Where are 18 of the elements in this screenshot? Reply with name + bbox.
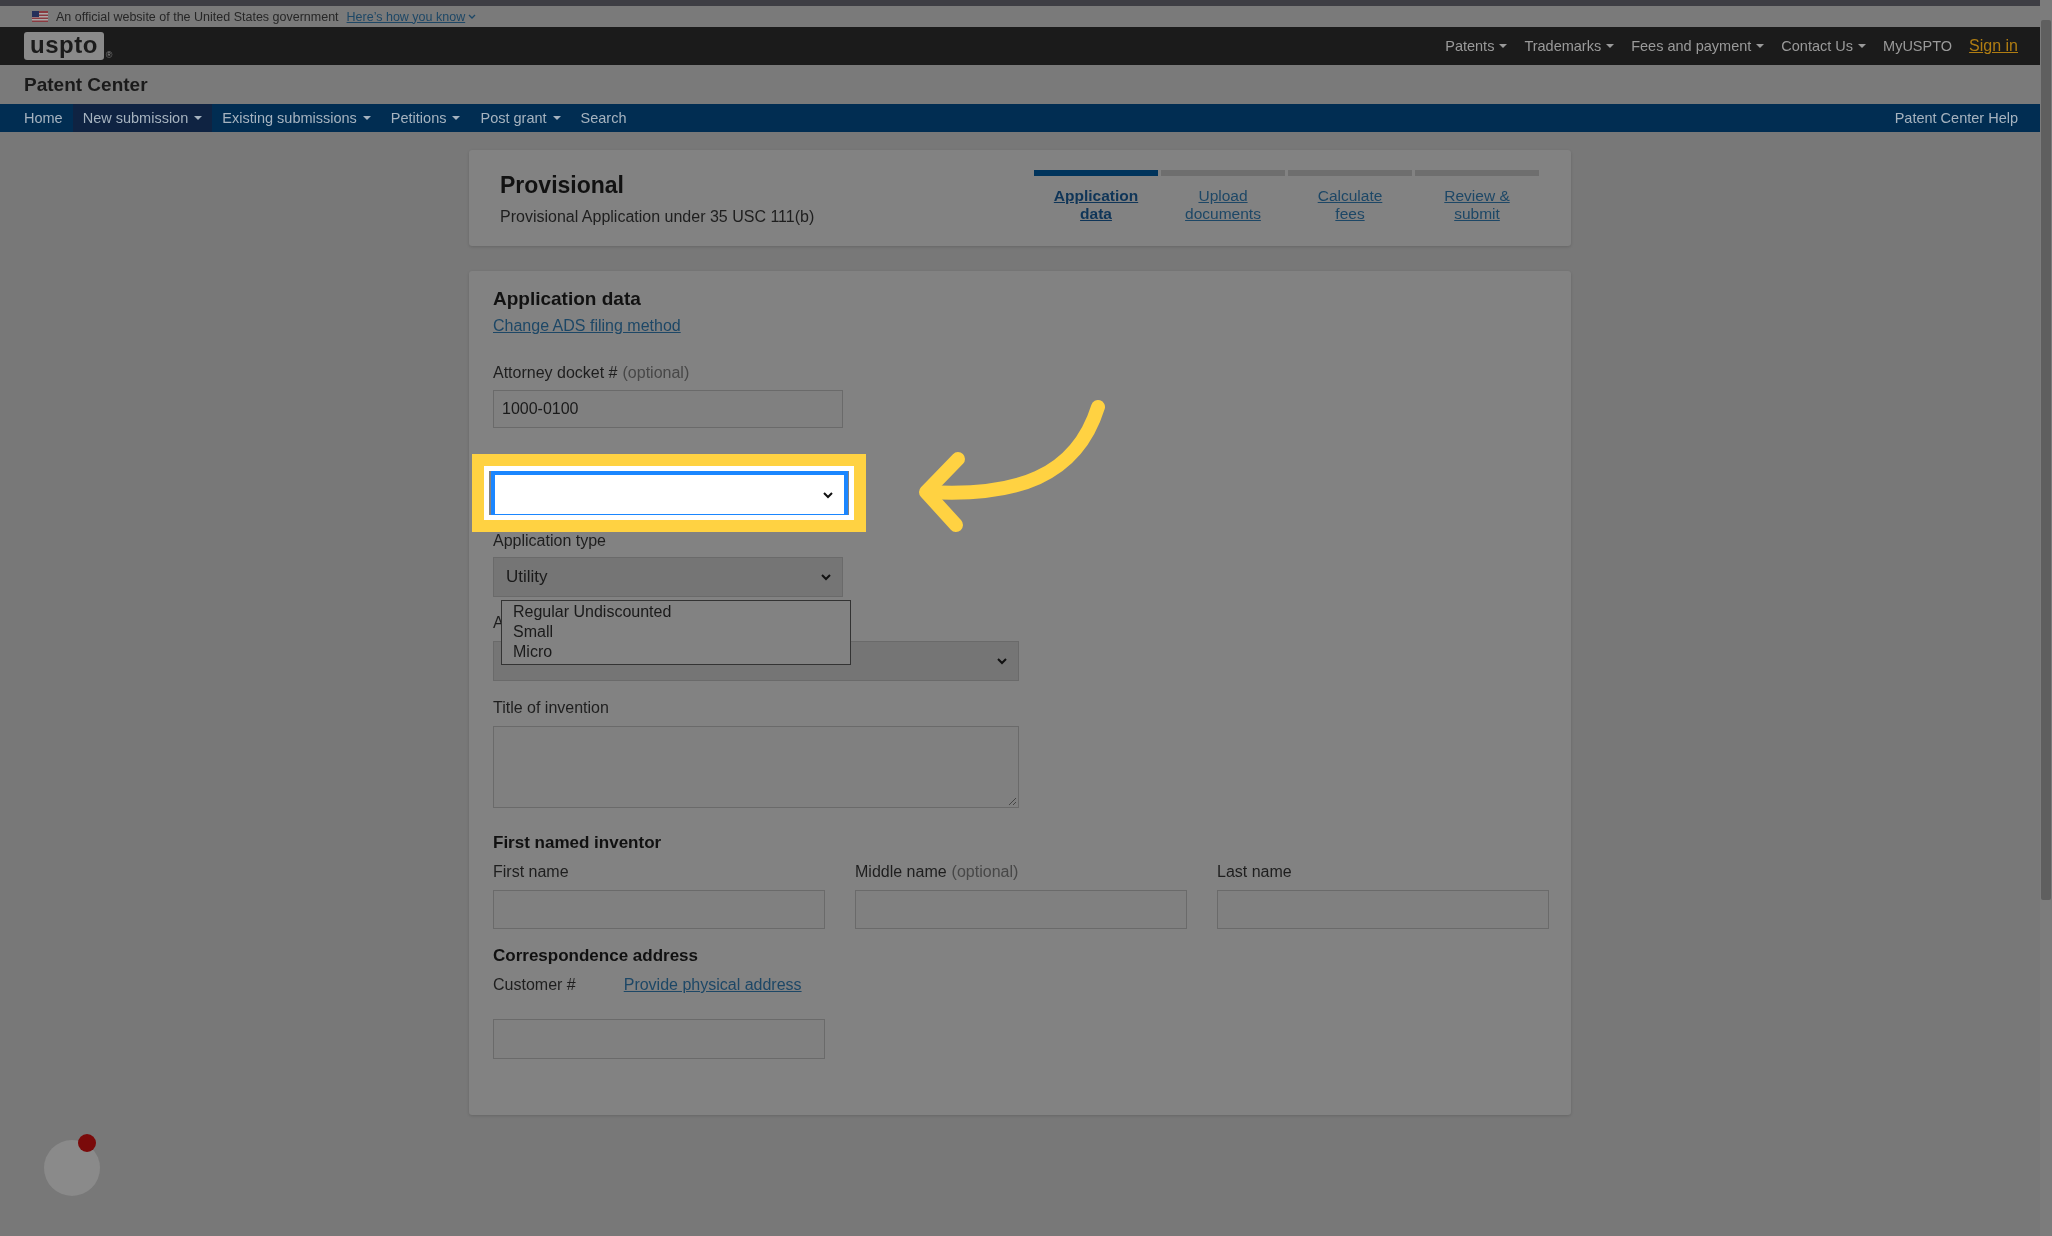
- optional-hint: (optional): [951, 862, 1019, 882]
- page-subtitle: Provisional Application under 35 USC 111(b): [500, 208, 815, 226]
- optional-hint: (optional): [622, 363, 690, 383]
- field-label: Middle name: [855, 862, 947, 882]
- section-heading: Application data: [493, 287, 642, 311]
- field-label: Attorney docket #: [493, 363, 618, 383]
- field-label: Application type: [493, 531, 606, 551]
- section-heading: First named inventor: [493, 832, 663, 854]
- field-label: Last name: [1217, 862, 1292, 882]
- field-label: Customer #: [493, 975, 576, 995]
- registered-mark: ®: [105, 50, 113, 60]
- section-heading: Correspondence address: [493, 945, 699, 967]
- page-title: Provisional: [500, 172, 625, 199]
- banner-text: An official website of the United States government: [56, 9, 339, 24]
- field-label: Title of invention: [493, 698, 609, 718]
- field-label: First name: [493, 862, 569, 882]
- app-title: Patent Center: [24, 73, 148, 96]
- select-value: Utility: [506, 567, 548, 587]
